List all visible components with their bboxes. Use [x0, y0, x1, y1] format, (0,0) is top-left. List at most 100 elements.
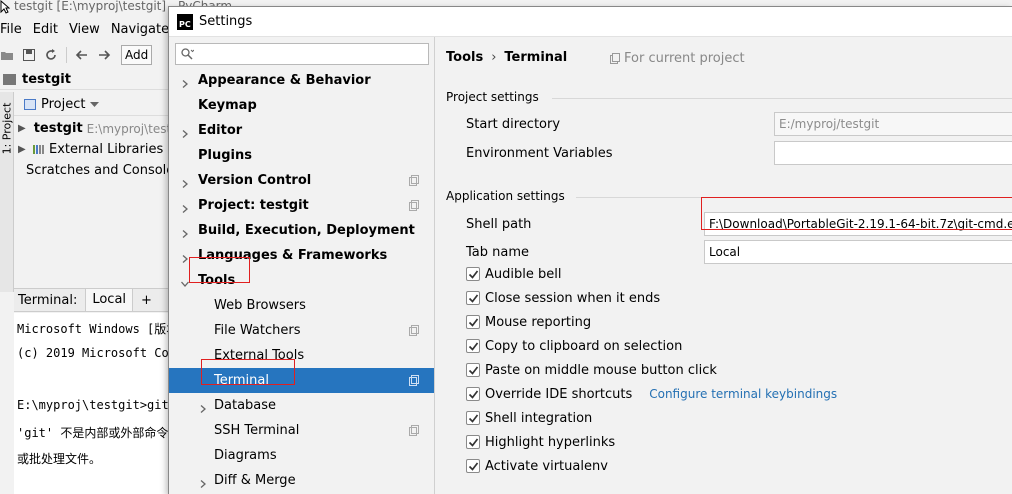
nav-item-terminal[interactable]: Terminal — [169, 368, 434, 393]
chevron-right-icon[interactable] — [199, 477, 207, 488]
nav-item-build-execution-deployment[interactable]: Build, Execution, Deployment — [169, 218, 434, 243]
nav-item-web-browsers[interactable]: Web Browsers — [169, 293, 434, 318]
ide-breadcrumb-text[interactable]: testgit — [22, 72, 71, 87]
nav-item-label: Build, Execution, Deployment — [198, 223, 415, 238]
env-vars-field[interactable] — [774, 141, 1012, 165]
menu-view[interactable]: View — [69, 22, 100, 37]
nav-item-label: Keymap — [198, 98, 257, 113]
project-tree: ▶ testgit E:\myproj\testgit ▶ External L… — [14, 118, 170, 181]
nav-item-diff-merge[interactable]: Diff & Merge — [169, 468, 434, 493]
menu-navigate[interactable]: Navigate — [111, 22, 169, 37]
option-close-session-when-it-ends: Close session when it ends — [466, 288, 660, 308]
breadcrumb-separator: › — [491, 49, 497, 65]
project-level-icon — [409, 325, 419, 336]
option-copy-to-clipboard-on-selection: Copy to clipboard on selection — [466, 336, 682, 356]
project-view-selector[interactable]: Project — [41, 97, 85, 112]
application-settings-title: Application settings — [446, 189, 565, 203]
open-folder-icon[interactable] — [0, 48, 14, 62]
nav-item-project-testgit[interactable]: Project: testgit — [169, 193, 434, 218]
nav-item-label: Diff & Merge — [214, 473, 296, 488]
option-label[interactable]: Activate virtualenv — [485, 459, 608, 474]
option-paste-on-middle-mouse-button-click: Paste on middle mouse button click — [466, 360, 717, 380]
chevron-right-icon[interactable]: ▶ — [18, 144, 28, 155]
group-divider — [552, 98, 1012, 99]
nav-item-ssh-terminal[interactable]: SSH Terminal — [169, 418, 434, 443]
tree-item-external-libraries[interactable]: ▶ External Libraries — [14, 139, 170, 160]
option-label[interactable]: Shell integration — [485, 411, 592, 426]
nav-item-file-watchers[interactable]: File Watchers — [169, 318, 434, 343]
nav-item-label: Tools — [198, 273, 236, 288]
refresh-icon[interactable] — [44, 48, 58, 62]
chevron-right-icon[interactable] — [181, 227, 189, 238]
nav-item-diagrams[interactable]: Diagrams — [169, 443, 434, 468]
nav-item-database[interactable]: Database — [169, 393, 434, 418]
shell-path-label: Shell path — [466, 217, 532, 232]
option-label[interactable]: Override IDE shortcuts — [485, 387, 632, 402]
add-configuration-button[interactable]: Add — [121, 45, 153, 65]
option-label[interactable]: Mouse reporting — [485, 315, 591, 330]
terminal-output[interactable]: Microsoft Windows [版本 (c) 2019 Microsoft… — [14, 313, 170, 494]
option-label[interactable]: Copy to clipboard on selection — [485, 339, 682, 354]
chevron-right-icon[interactable] — [181, 252, 189, 263]
chevron-right-icon[interactable] — [199, 402, 207, 413]
activate-virtualenv-checkbox[interactable] — [466, 459, 480, 473]
nav-item-appearance-behavior[interactable]: Appearance & Behavior — [169, 68, 434, 93]
nav-item-external-tools[interactable]: External Tools — [169, 343, 434, 368]
nav-item-version-control[interactable]: Version Control — [169, 168, 434, 193]
nav-item-tools[interactable]: Tools — [169, 268, 434, 293]
mouse-reporting-checkbox[interactable] — [466, 315, 480, 329]
breadcrumb-tools[interactable]: Tools — [446, 50, 483, 65]
menu-edit[interactable]: Edit — [33, 22, 58, 37]
settings-search-input[interactable] — [196, 45, 428, 63]
option-label[interactable]: Paste on middle mouse button click — [485, 363, 717, 378]
project-level-icon — [409, 375, 419, 386]
back-arrow-icon[interactable] — [75, 48, 89, 62]
option-mouse-reporting: Mouse reporting — [466, 312, 591, 332]
tree-item-path: E:\myproj\testgit — [86, 121, 170, 136]
project-panel-header: Project — [14, 94, 170, 116]
tree-item-testgit[interactable]: ▶ testgit E:\myproj\testgit — [14, 118, 170, 139]
project-settings-title: Project settings — [446, 90, 539, 104]
tree-item-scratches[interactable]: Scratches and Consoles — [14, 160, 170, 181]
shell-path-field[interactable]: F:\Download\PortableGit-2.19.1-64-bit.7z… — [704, 212, 1012, 236]
chevron-right-icon[interactable] — [181, 127, 189, 138]
save-icon[interactable] — [22, 48, 36, 62]
nav-item-keymap[interactable]: Keymap — [169, 93, 434, 118]
audible-bell-checkbox[interactable] — [466, 267, 480, 281]
chevron-right-icon[interactable] — [181, 177, 189, 188]
terminal-tab-local[interactable]: Local — [85, 289, 134, 311]
nav-item-label: File Watchers — [214, 323, 301, 338]
chevron-right-icon[interactable] — [181, 77, 189, 88]
forward-arrow-icon[interactable] — [97, 48, 111, 62]
chevron-down-icon[interactable] — [181, 277, 189, 287]
nav-item-editor[interactable]: Editor — [169, 118, 434, 143]
nav-item-plugins[interactable]: Plugins — [169, 143, 434, 168]
paste-on-middle-mouse-button-click-checkbox[interactable] — [466, 363, 480, 377]
scope-indicator: For current project — [610, 49, 745, 67]
option-label[interactable]: Audible bell — [485, 267, 561, 282]
chevron-down-icon[interactable] — [90, 101, 100, 108]
start-directory-field[interactable]: E:/myproj/testgit — [774, 112, 1012, 136]
chevron-right-icon[interactable]: ▶ — [18, 123, 26, 134]
option-label[interactable]: Close session when it ends — [485, 291, 660, 306]
override-ide-shortcuts-checkbox[interactable] — [466, 387, 480, 401]
highlight-hyperlinks-checkbox[interactable] — [466, 435, 480, 449]
shell-integration-checkbox[interactable] — [466, 411, 480, 425]
nav-item-languages-frameworks[interactable]: Languages & Frameworks — [169, 243, 434, 268]
menu-file[interactable]: File — [0, 22, 22, 37]
close-session-when-it-ends-checkbox[interactable] — [466, 291, 480, 305]
nav-item-label: Languages & Frameworks — [198, 248, 388, 263]
breadcrumb-terminal: Terminal — [504, 49, 568, 65]
terminal-settings-panel: Tools › Terminal For current project Pro… — [436, 37, 1012, 494]
tool-window-strip: 1: Project — [0, 92, 14, 292]
tree-item-label: Scratches and Consoles — [26, 163, 170, 178]
nav-item-label: Version Control — [198, 173, 312, 188]
configure-keybindings-link[interactable]: Configure terminal keybindings — [649, 387, 837, 401]
copy-to-clipboard-on-selection-checkbox[interactable] — [466, 339, 480, 353]
settings-search-box[interactable] — [175, 43, 429, 65]
option-label[interactable]: Highlight hyperlinks — [485, 435, 615, 450]
chevron-right-icon[interactable] — [181, 202, 189, 213]
project-tool-window-button[interactable]: 1: Project — [0, 103, 13, 155]
terminal-new-tab-button[interactable]: + — [141, 293, 152, 308]
tab-name-field[interactable]: Local — [704, 240, 1012, 264]
